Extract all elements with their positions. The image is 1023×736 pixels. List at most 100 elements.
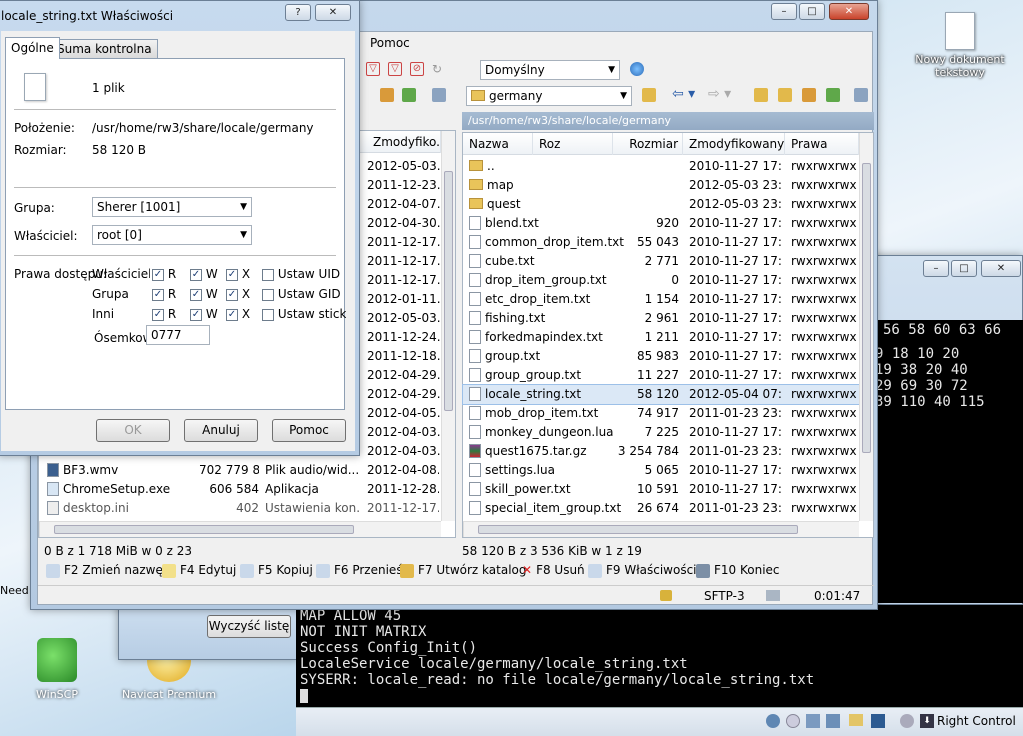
profile-combo[interactable]: Domyślny ▼ <box>480 60 620 80</box>
table-row[interactable]: common_drop_item.txt 55 043 2010-11-27 17:… <box>463 233 859 252</box>
table-row[interactable]: cube.txt 2 771 2010-11-27 17:... rwxrwxrwx <box>463 252 859 271</box>
scroll-thumb[interactable] <box>54 525 354 534</box>
column-name[interactable]: Nazwa <box>463 133 533 155</box>
tab-checksum[interactable]: Suma kontrolna <box>51 39 158 59</box>
folder-combo[interactable]: germany ▼ <box>466 86 632 106</box>
refresh-icon[interactable] <box>826 88 840 102</box>
read-checkbox[interactable]: ✓ R <box>152 265 176 284</box>
refresh-icon[interactable]: ↻ <box>432 62 446 76</box>
list-item-date[interactable]: 2011-12-17... <box>367 233 448 252</box>
column-rights[interactable]: Prawa <box>785 133 859 155</box>
tree-icon[interactable] <box>854 88 868 102</box>
filter-icon[interactable]: ▽ <box>388 62 402 76</box>
scroll-thumb[interactable] <box>444 171 453 411</box>
list-item-date[interactable]: 2012-04-30... <box>367 214 448 233</box>
table-row[interactable]: settings.lua 5 065 2010-11-27 17:... rwxrwx… <box>463 461 859 480</box>
table-row[interactable]: drop_item_group.txt 0 2010-11-27 17:... rwx… <box>463 271 859 290</box>
special-checkbox[interactable]: Ustaw GID <box>262 285 341 304</box>
list-item-date[interactable]: 2012-04-03... <box>367 442 448 461</box>
list-item-date[interactable]: 2012-04-07... <box>367 195 448 214</box>
f7-create-dir-button[interactable]: F7 Utwórz katalog <box>400 560 527 580</box>
close-button[interactable]: ✕ <box>981 260 1021 277</box>
list-item-date[interactable]: 2011-12-24... <box>367 328 448 347</box>
table-row[interactable]: special_item_group.txt 26 674 2011-01-23 2… <box>463 499 859 518</box>
desktop-icon-new-document[interactable]: Nowy dokument tekstowy <box>905 12 1015 92</box>
ok-button[interactable]: OK <box>96 419 170 442</box>
table-row[interactable]: monkey_dungeon.lua 7 225 2010-11-27 17:...… <box>463 423 859 442</box>
read-checkbox[interactable]: ✓ R <box>152 305 176 324</box>
execute-checkbox[interactable]: ✓ X <box>226 305 250 324</box>
f8-delete-button[interactable]: ✕ F8 Usuń <box>522 560 585 580</box>
write-checkbox[interactable]: ✓ W <box>190 305 218 324</box>
minimize-button[interactable]: – <box>771 3 797 20</box>
cancel-icon[interactable]: ⊘ <box>410 62 424 76</box>
f5-copy-button[interactable]: F5 Kopiuj <box>240 560 313 580</box>
close-button[interactable]: ✕ <box>315 4 351 21</box>
special-checkbox[interactable]: Ustaw UID <box>262 265 340 284</box>
scroll-thumb[interactable] <box>862 163 871 453</box>
f4-edit-button[interactable]: F4 Edytuj <box>162 560 236 580</box>
list-item[interactable]: ChromeSetup.exe 606 584 Aplikacja 2011-1… <box>39 480 441 499</box>
clear-list-button[interactable]: Wyczyść listę <box>207 615 291 638</box>
list-item-date[interactable]: 2012-04-03... <box>367 423 448 442</box>
table-row[interactable]: locale_string.txt 58 120 2012-05-04 07:...… <box>462 384 860 405</box>
maximize-button[interactable]: □ <box>799 3 825 20</box>
close-button[interactable]: ✕ <box>829 3 869 20</box>
right-vertical-scrollbar[interactable] <box>859 133 873 521</box>
table-row[interactable]: forkedmapindex.txt 1 211 2010-11-27 17:...… <box>463 328 859 347</box>
open-folder-icon[interactable] <box>642 88 656 102</box>
f10-quit-button[interactable]: F10 Koniec <box>696 560 780 580</box>
table-row[interactable]: quest 2012-05-03 23:... rwxrwxrwx <box>463 195 859 214</box>
table-row[interactable]: etc_drop_item.txt 1 154 2010-11-27 17:... r… <box>463 290 859 309</box>
write-checkbox[interactable]: ✓ W <box>190 265 218 284</box>
filter-icon[interactable]: ▽ <box>366 62 380 76</box>
table-row[interactable]: quest1675.tar.gz 3 254 784 2011-01-23 23:.… <box>463 442 859 461</box>
help-title-button[interactable]: ? <box>285 4 311 21</box>
list-item[interactable]: BF3.wmv 702 779 8... Plik audio/wid... 2… <box>39 461 441 480</box>
list-item-date[interactable]: 2012-05-03... <box>367 309 448 328</box>
f2-rename-button[interactable]: F2 Zmień nazwę <box>46 560 163 580</box>
root-dir-icon[interactable] <box>778 88 792 102</box>
owner-select[interactable]: root [0] ▼ <box>92 225 252 245</box>
help-button[interactable]: Pomoc <box>272 419 346 442</box>
scroll-thumb[interactable] <box>478 525 798 534</box>
globe-icon[interactable] <box>630 62 644 76</box>
right-horizontal-scrollbar[interactable] <box>463 521 859 537</box>
back-icon[interactable]: ⇦ ▾ <box>672 86 695 102</box>
home-icon[interactable] <box>802 88 816 102</box>
f6-move-button[interactable]: F6 Przenieś <box>316 560 403 580</box>
write-checkbox[interactable]: ✓ W <box>190 285 218 304</box>
home-icon[interactable] <box>380 88 394 102</box>
read-checkbox[interactable]: ✓ R <box>152 285 176 304</box>
refresh-icon[interactable] <box>402 88 416 102</box>
left-horizontal-scrollbar[interactable] <box>39 521 441 537</box>
menu-help[interactable]: Pomoc <box>370 36 410 50</box>
table-row[interactable]: .. 2010-11-27 17:... rwxrwxrwx <box>463 157 859 176</box>
execute-checkbox[interactable]: ✓ X <box>226 265 250 284</box>
table-row[interactable]: skill_power.txt 10 591 2010-11-27 17:... rw… <box>463 480 859 499</box>
octal-input[interactable]: 0777 <box>146 325 210 345</box>
left-vertical-scrollbar[interactable] <box>441 131 455 521</box>
table-row[interactable]: fishing.txt 2 961 2010-11-27 17:... rwxrwxr… <box>463 309 859 328</box>
execute-checkbox[interactable]: ✓ X <box>226 285 250 304</box>
maximize-button[interactable]: □ <box>951 260 977 277</box>
f9-properties-button[interactable]: F9 Właściwości <box>588 560 697 580</box>
table-row[interactable]: blend.txt 920 2010-11-27 17:... rwxrwxrwx <box>463 214 859 233</box>
list-item-date[interactable]: 2011-12-18... <box>367 347 448 366</box>
cancel-button[interactable]: Anuluj <box>184 419 258 442</box>
parent-dir-icon[interactable] <box>754 88 768 102</box>
list-item-date[interactable]: 2012-04-29... <box>367 385 448 404</box>
column-size[interactable]: Rozmiar <box>613 133 683 155</box>
desktop-icon-winscp[interactable]: WinSCP <box>24 638 90 701</box>
tab-general[interactable]: Ogólne <box>5 37 60 59</box>
list-item[interactable]: desktop.ini 402 Ustawienia kon... 2011-1… <box>39 499 441 518</box>
column-modified[interactable]: Zmodyfiko... <box>367 131 448 153</box>
list-item-date[interactable]: 2011-12-23... <box>367 176 448 195</box>
list-item-date[interactable]: 2012-04-05... <box>367 404 448 423</box>
table-row[interactable]: group.txt 85 983 2010-11-27 17:... rwxrwxrw… <box>463 347 859 366</box>
list-item-date[interactable]: 2011-12-17... <box>367 271 448 290</box>
tree-icon[interactable] <box>432 88 446 102</box>
minimize-button[interactable]: – <box>923 260 949 277</box>
table-row[interactable]: mob_drop_item.txt 74 917 2011-01-23 23:...… <box>463 404 859 423</box>
list-item-date[interactable]: 2012-05-03... <box>367 157 448 176</box>
